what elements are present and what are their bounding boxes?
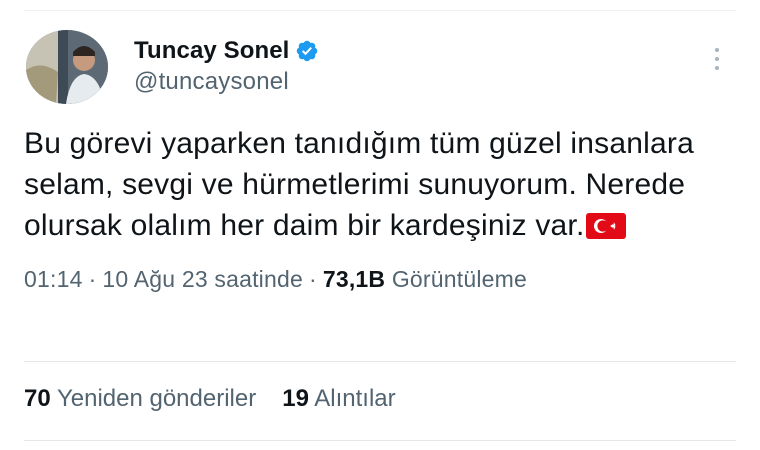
- retweets-label: Yeniden gönderiler: [56, 385, 257, 412]
- name-row: Tuncay Sonel: [134, 36, 319, 66]
- retweets-count: 70: [24, 385, 51, 412]
- meta-separator: ·: [88, 266, 97, 292]
- quotes-count: 19: [282, 385, 309, 412]
- display-name[interactable]: Tuncay Sonel: [134, 37, 289, 65]
- divider: [24, 440, 736, 441]
- views-count: 73,1B: [322, 266, 386, 292]
- tweet: Tuncay Sonel @tuncaysonel Bu görevi yapa…: [24, 30, 736, 293]
- author-names: Tuncay Sonel @tuncaysonel: [134, 36, 319, 96]
- tweet-meta: 01:14 · 10 Ağu 23 saatinde · 73,1B Görüntüle…: [24, 266, 736, 293]
- tweet-stats: 70 Yeniden gönderiler 19 Alıntılar: [24, 385, 396, 413]
- turkey-flag-emoji: [586, 213, 627, 239]
- quotes-stat[interactable]: 19 Alıntılar: [282, 385, 395, 413]
- tweet-text-container: Bu görevi yaparken tanıdığım tüm güzel i…: [24, 123, 736, 246]
- tweet-time[interactable]: 01:14: [24, 266, 83, 292]
- tweet-date[interactable]: 10 Ağu 23 saatinde: [102, 266, 303, 292]
- top-divider: [24, 10, 736, 11]
- more-options-icon[interactable]: [712, 48, 722, 76]
- avatar[interactable]: [26, 30, 108, 104]
- retweets-stat[interactable]: 70 Yeniden gönderiler: [24, 385, 256, 413]
- handle[interactable]: @tuncaysonel: [134, 68, 319, 96]
- quotes-label: Alıntılar: [314, 385, 396, 412]
- tweet-header: Tuncay Sonel @tuncaysonel: [24, 30, 736, 106]
- views-label: Görüntüleme: [391, 266, 527, 292]
- verified-badge-icon: [295, 39, 319, 63]
- divider: [24, 361, 736, 362]
- meta-separator: ·: [308, 266, 317, 292]
